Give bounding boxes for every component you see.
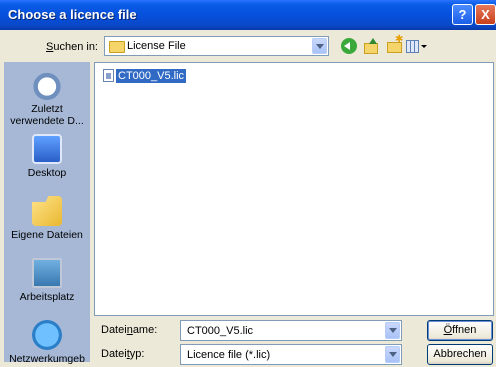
back-icon[interactable]	[341, 38, 357, 54]
place-recent[interactable]: Zuletzt verwendete D...	[4, 70, 90, 127]
file-list[interactable]: CT000_V5.lic	[94, 62, 494, 316]
my-documents-icon	[32, 196, 62, 226]
open-button[interactable]: Öffnen	[427, 320, 493, 341]
close-button[interactable]: X	[475, 4, 496, 25]
place-label: Netzwerkumgeb	[9, 353, 85, 365]
up-folder-icon[interactable]	[363, 38, 379, 54]
places-bar: Zuletzt verwendete D... Desktop Eigene D…	[4, 62, 90, 365]
filetype-dropdown[interactable]: Licence file (*.lic)	[180, 344, 402, 365]
place-my-documents[interactable]: Eigene Dateien	[4, 196, 90, 241]
views-menu-icon[interactable]	[405, 38, 427, 54]
place-label: Eigene Dateien	[11, 229, 83, 241]
file-name: CT000_V5.lic	[116, 69, 187, 83]
network-icon	[32, 320, 62, 350]
look-in-label: Suchen in:	[46, 41, 98, 53]
new-folder-icon[interactable]	[386, 34, 403, 54]
look-in-value: License File	[127, 40, 186, 52]
title-bar: Choose a licence file ? X	[0, 0, 496, 30]
folder-icon	[109, 41, 125, 53]
help-button[interactable]: ?	[452, 4, 473, 25]
license-file-icon	[103, 69, 114, 82]
filetype-value: Licence file (*.lic)	[187, 349, 271, 361]
filename-field[interactable]: CT000_V5.lic	[180, 320, 402, 341]
filename-value: CT000_V5.lic	[187, 325, 254, 337]
chevron-down-icon[interactable]	[385, 322, 400, 339]
place-label: Arbeitsplatz	[19, 291, 75, 303]
my-computer-icon	[32, 258, 62, 288]
recent-documents-icon	[32, 70, 62, 100]
chevron-down-icon[interactable]	[312, 38, 327, 54]
place-my-computer[interactable]: Arbeitsplatz	[4, 258, 90, 303]
look-in-dropdown[interactable]: License File	[104, 36, 329, 56]
cancel-button[interactable]: Abbrechen	[427, 344, 493, 365]
place-label: Desktop	[27, 167, 67, 179]
place-label: Zuletzt verwendete D...	[10, 103, 84, 127]
place-network[interactable]: Netzwerkumgeb	[4, 320, 90, 365]
place-desktop[interactable]: Desktop	[4, 134, 90, 179]
desktop-icon	[32, 134, 62, 164]
filename-label: Dateiname:	[101, 324, 158, 336]
chevron-down-icon[interactable]	[385, 346, 400, 363]
filetype-label: Dateityp:	[101, 348, 145, 360]
window-title: Choose a licence file	[8, 7, 137, 22]
